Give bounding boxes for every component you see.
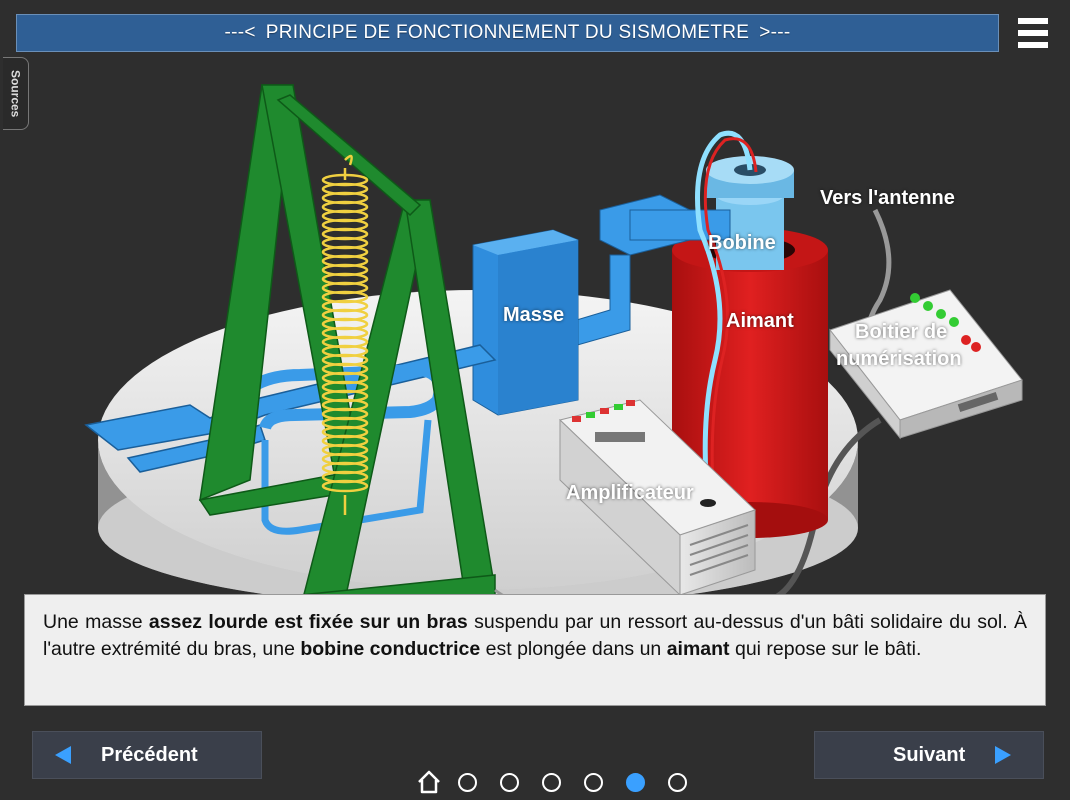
prev-arrow-icon bbox=[55, 746, 71, 764]
caption-bold: aimant bbox=[666, 638, 730, 660]
label-amplificateur: Amplificateur bbox=[566, 482, 694, 504]
next-button-label: Suivant bbox=[893, 743, 966, 766]
home-icon[interactable] bbox=[416, 769, 442, 795]
next-button[interactable]: Suivant bbox=[814, 731, 1044, 779]
caption-bold: assez lourde est fixée sur un bras bbox=[148, 611, 468, 633]
caption-part: est plongée dans un bbox=[480, 638, 667, 660]
prev-button-label: Précédent bbox=[101, 743, 198, 766]
pager-dots bbox=[458, 772, 710, 792]
pager bbox=[416, 768, 710, 796]
label-antenne: Vers l'antenne bbox=[820, 187, 955, 209]
prev-button[interactable]: Précédent bbox=[32, 731, 262, 779]
next-arrow-icon bbox=[995, 746, 1012, 764]
label-aimant: Aimant bbox=[726, 310, 794, 332]
pager-dot-3[interactable] bbox=[542, 772, 561, 792]
caption-part: Une masse bbox=[43, 611, 149, 633]
label-bobine: Bobine bbox=[708, 232, 776, 254]
pager-dot-5[interactable] bbox=[626, 772, 645, 792]
pager-dot-1[interactable] bbox=[458, 772, 477, 792]
label-boitier-line2: numérisation bbox=[836, 348, 962, 370]
caption-bold: bobine conductrice bbox=[300, 638, 481, 660]
label-boitier-line1: Boitier de bbox=[855, 321, 948, 343]
caption-text: Une masse assez lourde est fixée sur un … bbox=[24, 594, 1046, 706]
caption-part: qui repose sur le bâti. bbox=[729, 638, 922, 660]
pager-dot-2[interactable] bbox=[500, 772, 519, 792]
pager-dot-6[interactable] bbox=[668, 772, 687, 792]
pager-dot-4[interactable] bbox=[584, 772, 603, 792]
label-masse: Masse bbox=[503, 304, 565, 326]
